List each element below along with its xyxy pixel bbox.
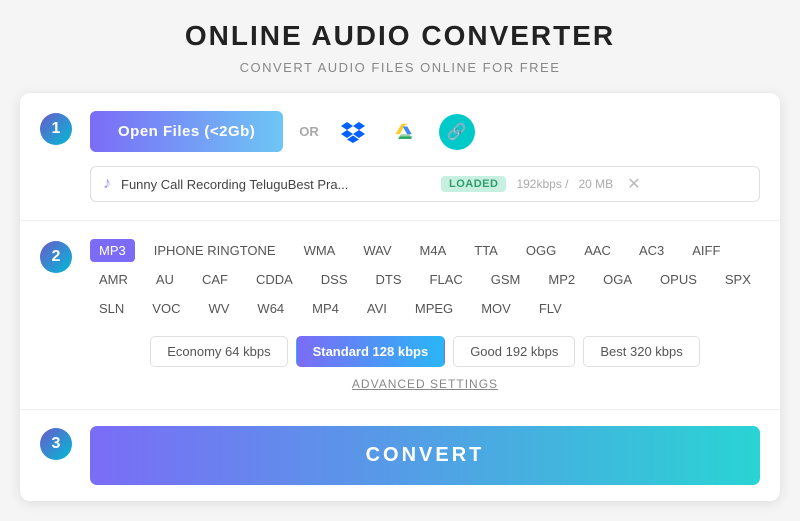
dropbox-icon: [341, 120, 365, 144]
format-sln[interactable]: SLN: [90, 297, 133, 320]
file-close-button[interactable]: ✕: [627, 174, 640, 194]
convert-button[interactable]: CONVERT: [90, 426, 760, 485]
format-aac[interactable]: AAC: [575, 239, 620, 262]
step-2-badge: 2: [40, 241, 72, 273]
page-subtitle: CONVERT AUDIO FILES ONLINE FOR FREE: [240, 60, 561, 75]
file-size: 20 MB: [579, 177, 614, 191]
url-button[interactable]: 🔗: [439, 114, 475, 150]
format-opus[interactable]: OPUS: [651, 268, 706, 291]
section-2: 2 MP3 IPHONE RINGTONE WMA WAV M4A TTA OGG AAC AC…: [20, 221, 780, 410]
loaded-badge: LOADED: [441, 176, 506, 192]
format-iphone[interactable]: IPHONE RINGTONE: [145, 239, 285, 262]
file-bitrate: 192kbps /: [516, 177, 568, 191]
or-label: OR: [299, 124, 319, 139]
section-3-content: CONVERT: [90, 426, 760, 485]
section-2-content: MP3 IPHONE RINGTONE WMA WAV M4A TTA OGG AAC AC3 A…: [90, 239, 760, 391]
format-mp2[interactable]: MP2: [539, 268, 584, 291]
advanced-settings-link[interactable]: ADVANCED SETTINGS: [90, 377, 760, 391]
format-voc[interactable]: VOC: [143, 297, 189, 320]
file-row: ♪ Funny Call Recording TeluguBest Pra...…: [90, 166, 760, 202]
format-wv[interactable]: WV: [199, 297, 238, 320]
file-name: Funny Call Recording TeluguBest Pra...: [121, 177, 431, 192]
format-wma[interactable]: WMA: [295, 239, 345, 262]
file-icon: ♪: [103, 175, 111, 193]
quality-good[interactable]: Good 192 kbps: [453, 336, 575, 367]
link-icon: 🔗: [447, 122, 467, 142]
format-flv[interactable]: FLV: [530, 297, 571, 320]
open-files-row: Open Files (<2Gb) OR: [90, 111, 760, 152]
step-1-badge: 1: [40, 113, 72, 145]
format-mp4[interactable]: MP4: [303, 297, 348, 320]
format-wav[interactable]: WAV: [354, 239, 400, 262]
main-card: 1 Open Files (<2Gb) OR: [20, 93, 780, 501]
format-amr[interactable]: AMR: [90, 268, 137, 291]
quality-economy[interactable]: Economy 64 kbps: [150, 336, 287, 367]
format-dts[interactable]: DTS: [367, 268, 411, 291]
page-title: ONLINE AUDIO CONVERTER: [185, 20, 615, 52]
google-drive-icon: [394, 121, 416, 143]
format-caf[interactable]: CAF: [193, 268, 237, 291]
format-avi[interactable]: AVI: [358, 297, 396, 320]
section-1: 1 Open Files (<2Gb) OR: [20, 93, 780, 221]
format-mp3[interactable]: MP3: [90, 239, 135, 262]
dropbox-button[interactable]: [335, 114, 371, 150]
format-au[interactable]: AU: [147, 268, 183, 291]
format-tta[interactable]: TTA: [465, 239, 507, 262]
format-flac[interactable]: FLAC: [421, 268, 472, 291]
format-m4a[interactable]: M4A: [411, 239, 456, 262]
format-ogg[interactable]: OGG: [517, 239, 565, 262]
quality-best[interactable]: Best 320 kbps: [583, 336, 699, 367]
format-oga[interactable]: OGA: [594, 268, 641, 291]
format-dss[interactable]: DSS: [312, 268, 357, 291]
format-grid: MP3 IPHONE RINGTONE WMA WAV M4A TTA OGG AAC AC3 A…: [90, 239, 760, 320]
section-1-content: Open Files (<2Gb) OR: [90, 111, 760, 202]
open-files-button[interactable]: Open Files (<2Gb): [90, 111, 283, 152]
format-gsm[interactable]: GSM: [482, 268, 530, 291]
google-drive-button[interactable]: [387, 114, 423, 150]
format-spx[interactable]: SPX: [716, 268, 760, 291]
format-w64[interactable]: W64: [248, 297, 293, 320]
quality-row: Economy 64 kbps Standard 128 kbpsGood 192…: [90, 336, 760, 367]
format-mpeg[interactable]: MPEG: [406, 297, 462, 320]
format-cdda[interactable]: CDDA: [247, 268, 302, 291]
format-ac3[interactable]: AC3: [630, 239, 673, 262]
step-3-badge: 3: [40, 428, 72, 460]
section-3: 3 CONVERT: [20, 410, 780, 501]
format-mov[interactable]: MOV: [472, 297, 520, 320]
quality-standard[interactable]: Standard 128 kbps: [296, 336, 446, 367]
format-aiff[interactable]: AIFF: [683, 239, 729, 262]
